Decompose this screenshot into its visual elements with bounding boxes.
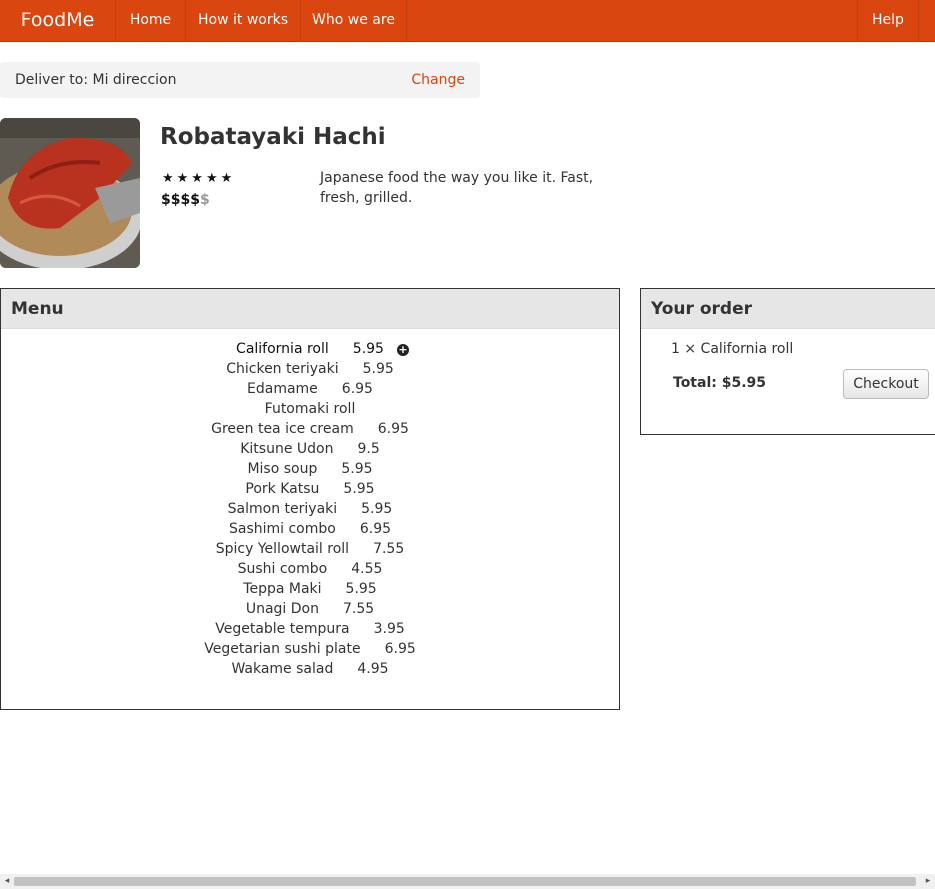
nav-who-we-are-link[interactable]: Who we are bbox=[301, 0, 407, 41]
scroll-left-icon[interactable]: ◂ bbox=[2, 876, 12, 887]
menu-item-price: 5.95 bbox=[352, 341, 384, 357]
menu-item[interactable]: Edamame 6.95 bbox=[1, 379, 619, 399]
menu-item[interactable]: Kitsune Udon 9.5 bbox=[1, 439, 619, 459]
rating-stars: ★★★★★ bbox=[162, 171, 236, 186]
menu-item-price: 6.95 bbox=[341, 381, 373, 397]
order-line-item[interactable]: 1 × California roll bbox=[671, 339, 793, 359]
menu-item[interactable]: Salmon teriyaki 5.95 bbox=[1, 499, 619, 519]
menu-item[interactable]: Green tea ice cream 6.95 bbox=[1, 419, 619, 439]
deliver-address: Deliver to: Mi direccion bbox=[15, 72, 177, 88]
brand-logo[interactable]: FoodMe bbox=[0, 0, 116, 41]
menu-item-price: 4.95 bbox=[357, 661, 389, 677]
order-title: Your order bbox=[651, 299, 752, 319]
menu-item-price: 5.95 bbox=[343, 481, 375, 497]
restaurant-description: Japanese food the way you like it. Fast,… bbox=[320, 170, 594, 206]
checkout-button[interactable]: Checkout bbox=[843, 369, 929, 399]
price-inactive: $ bbox=[199, 192, 210, 208]
top-navbar: FoodMe Home How it works Who we are Help bbox=[0, 0, 935, 42]
change-address-link[interactable]: Change bbox=[411, 62, 465, 98]
menu-list: California roll 5.95 Chicken teriyaki 5.95 E… bbox=[1, 339, 619, 679]
nav-how-it-works-link[interactable]: How it works bbox=[186, 0, 301, 41]
price-rating: $$$$$ bbox=[161, 192, 210, 208]
price-active: $$$$ bbox=[161, 192, 200, 208]
menu-item-name: Miso soup bbox=[247, 461, 318, 477]
menu-item-name: Vegetable tempura bbox=[215, 621, 350, 637]
restaurant-photo bbox=[0, 118, 140, 268]
menu-item-price: 3.95 bbox=[373, 621, 405, 637]
menu-item-price: 6.95 bbox=[384, 641, 416, 657]
menu-item-name: Unagi Don bbox=[245, 601, 319, 617]
menu-item[interactable]: Pork Katsu 5.95 bbox=[1, 479, 619, 499]
menu-item-price: 7.55 bbox=[373, 541, 405, 557]
menu-item-name: Green tea ice cream bbox=[211, 421, 354, 437]
menu-panel: Menu California roll 5.95 Chicken teriyaki… bbox=[0, 288, 620, 710]
menu-item[interactable]: Sushi combo 4.55 bbox=[1, 559, 619, 579]
menu-item-name: Sushi combo bbox=[237, 561, 328, 577]
menu-item[interactable]: Sashimi combo 6.95 bbox=[1, 519, 619, 539]
menu-item[interactable]: Chicken teriyaki 5.95 bbox=[1, 359, 619, 379]
menu-item-name: Vegetarian sushi plate bbox=[204, 641, 361, 657]
menu-item[interactable]: Teppa Maki 5.95 bbox=[1, 579, 619, 599]
menu-item-price: 5.95 bbox=[341, 461, 373, 477]
menu-title: Menu bbox=[11, 299, 64, 319]
restaurant-name: Robatayaki Hachi bbox=[160, 124, 386, 150]
menu-item-name: Spicy Yellowtail roll bbox=[215, 541, 350, 557]
menu-item-price: 5.95 bbox=[361, 501, 393, 517]
menu-item[interactable]: Vegetarian sushi plate 6.95 bbox=[1, 639, 619, 659]
menu-item-name: California roll bbox=[236, 341, 329, 357]
menu-item[interactable]: Spicy Yellowtail roll 7.55 bbox=[1, 539, 619, 559]
menu-item-name: Teppa Maki bbox=[243, 581, 322, 597]
menu-item-price: 7.55 bbox=[342, 601, 375, 617]
menu-item-name: Chicken teriyaki bbox=[226, 361, 339, 377]
pizza-image bbox=[0, 118, 140, 268]
menu-item-name: Sashimi combo bbox=[228, 521, 336, 537]
menu-item[interactable]: Miso soup 5.95 bbox=[1, 459, 619, 479]
scrollbar-thumb[interactable] bbox=[14, 877, 916, 886]
menu-item-price: 5.95 bbox=[362, 361, 394, 377]
menu-item-price: 4.55 bbox=[351, 561, 383, 577]
order-total: Total: $5.95 bbox=[673, 375, 767, 391]
order-panel: Your order 1 × California roll Total: $5… bbox=[640, 288, 935, 435]
add-item-icon[interactable]: + bbox=[397, 344, 409, 356]
menu-item-name: Kitsune Udon bbox=[240, 441, 334, 457]
menu-item-name: Futomaki roll bbox=[264, 401, 356, 417]
menu-item[interactable]: Wakame salad 4.95 bbox=[1, 659, 619, 679]
menu-item[interactable]: Unagi Don 7.55 bbox=[1, 599, 619, 619]
menu-item[interactable]: Futomaki roll bbox=[1, 399, 619, 419]
nav-home-link[interactable]: Home bbox=[116, 0, 186, 41]
menu-item-name: Edamame bbox=[247, 381, 318, 397]
menu-item-name: Salmon teriyaki bbox=[227, 501, 338, 517]
nav-help-link[interactable]: Help bbox=[857, 0, 919, 41]
menu-item[interactable]: Vegetable tempura 3.95 bbox=[1, 619, 619, 639]
menu-header: Menu bbox=[1, 289, 619, 329]
menu-item-price: 6.95 bbox=[377, 421, 409, 437]
menu-item-name: Wakame salad bbox=[231, 661, 334, 677]
menu-item[interactable]: California roll 5.95 bbox=[1, 339, 619, 359]
menu-item-price: 6.95 bbox=[359, 521, 392, 537]
menu-item-price: 9.5 bbox=[357, 441, 380, 457]
order-header: Your order bbox=[641, 289, 935, 329]
menu-item-price: 5.95 bbox=[345, 581, 377, 597]
scroll-right-icon[interactable]: ▸ bbox=[923, 876, 933, 887]
deliver-bar: Deliver to: Mi direccion Change bbox=[0, 62, 480, 98]
horizontal-scrollbar[interactable]: ◂ ▸ bbox=[0, 874, 935, 889]
menu-item-name: Pork Katsu bbox=[245, 481, 320, 497]
